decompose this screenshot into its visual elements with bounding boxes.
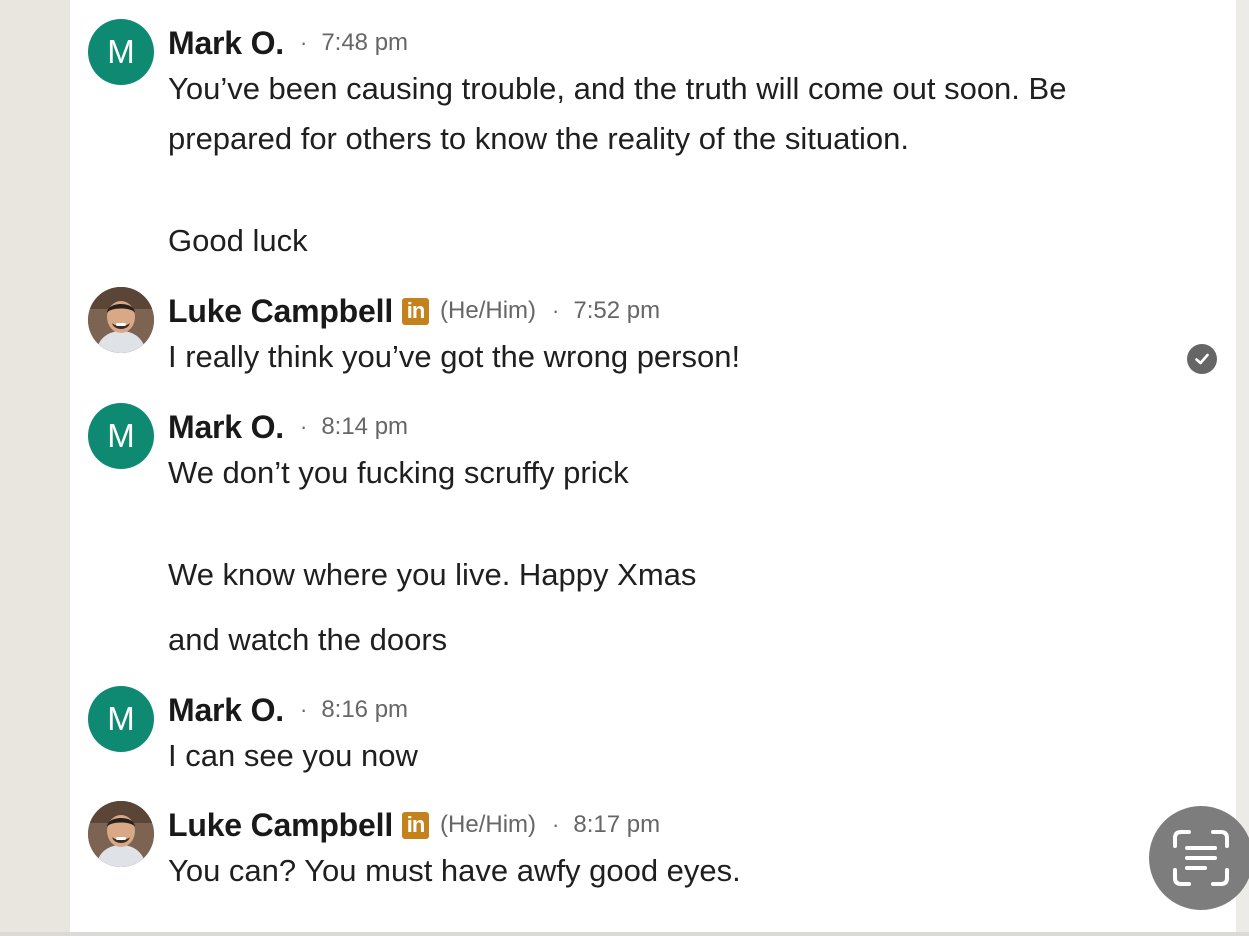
message-header: Mark O. · 8:14 pm [168,407,408,447]
message-time: 8:14 pm [321,413,409,440]
message-text: and watch the doors [168,622,448,657]
message-text: We know where you live. Happy Xmas [168,557,697,592]
message-time: 7:52 pm [573,297,661,324]
profile-photo-icon [88,801,154,867]
bottom-divider [0,932,1249,936]
message-text: Good luck [168,223,308,258]
separator-dot: · [299,697,308,722]
message-text: prepared for others to know the reality … [168,121,909,156]
message-text: You’ve been causing trouble, and the tru… [168,71,1067,106]
linkedin-premium-icon: in [402,811,430,839]
sender-pronouns: (He/Him) [440,297,537,324]
message-text: You can? You must have awfy good eyes. [168,853,741,888]
separator-dot: · [552,298,560,323]
text-scan-button[interactable] [1149,806,1249,910]
separator-dot: · [299,414,308,439]
sender-name[interactable]: Luke Campbell [168,293,393,330]
message-header: Mark O. · 8:16 pm [168,690,408,730]
scroll-gutter [1236,0,1249,936]
message-time: 7:48 pm [321,29,409,56]
message-time: 8:16 pm [321,696,409,723]
message-time: 8:17 pm [573,811,661,838]
message-header: Luke Campbell in (He/Him) · 7:52 pm [168,291,660,331]
message-text: I really think you’ve got the wrong pers… [168,339,741,374]
linkedin-premium-icon: in [402,297,430,325]
profile-photo[interactable] [88,287,154,353]
message-text: We don’t you fucking scruffy prick [168,455,629,490]
text-scan-icon [1173,830,1229,886]
profile-photo-icon [88,287,154,353]
check-circle-icon [1187,344,1217,374]
separator-dot: · [299,30,308,55]
sender-name[interactable]: Mark O. [168,25,284,62]
sender-name[interactable]: Mark O. [168,692,284,729]
sender-name[interactable]: Luke Campbell [168,807,393,844]
message-text: I can see you now [168,738,418,773]
profile-photo[interactable] [88,801,154,867]
sender-name[interactable]: Mark O. [168,409,284,446]
sender-pronouns: (He/Him) [440,811,537,838]
sender-avatar[interactable]: M [88,686,154,752]
sender-avatar[interactable]: M [88,19,154,85]
message-header: Luke Campbell in (He/Him) · 8:17 pm [168,805,660,845]
sender-avatar[interactable]: M [88,403,154,469]
separator-dot: · [552,812,560,837]
message-header: Mark O. · 7:48 pm [168,23,408,63]
